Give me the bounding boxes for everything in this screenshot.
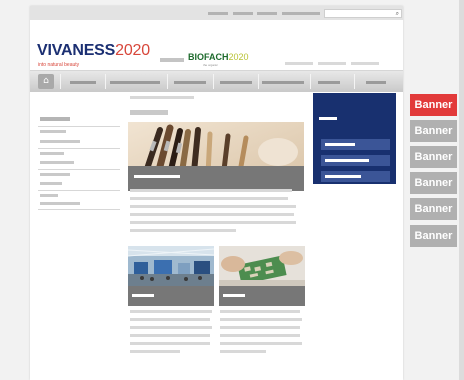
nav-item-4[interactable]	[220, 81, 252, 84]
text-line	[130, 189, 292, 192]
sidebar-divider	[38, 209, 120, 210]
banner-ad-5[interactable]: Banner	[410, 198, 457, 220]
logo-separator	[160, 58, 184, 62]
text-line	[130, 229, 236, 232]
banner-ad-6[interactable]: Banner	[410, 225, 457, 247]
nav-separator	[258, 74, 259, 89]
teaser-image-exhibition[interactable]	[128, 246, 214, 286]
home-icon[interactable]: ⌂	[38, 74, 54, 89]
header-placeholder-1	[285, 62, 313, 65]
text-line	[220, 318, 302, 321]
quick-link-button-3[interactable]	[321, 171, 390, 182]
text-line	[130, 326, 212, 329]
sidebar-link[interactable]	[40, 140, 80, 143]
teaser-caption-title	[132, 294, 154, 297]
text-line	[220, 350, 266, 353]
biofach-logo[interactable]: BIOFACH2020	[188, 52, 249, 62]
banner-ad-3[interactable]: Banner	[410, 146, 457, 168]
biofach-logo-name: BIOFACH	[188, 52, 229, 62]
text-line	[130, 350, 180, 353]
text-line	[130, 310, 212, 313]
sidebar-link[interactable]	[40, 130, 66, 133]
quick-link-label	[325, 159, 369, 162]
text-line	[130, 213, 294, 216]
sidebar-link[interactable]	[40, 161, 74, 164]
quick-link-label	[325, 143, 355, 146]
header-placeholder-2	[318, 62, 346, 65]
nav-separator	[105, 74, 106, 89]
banner-ad-1[interactable]: Banner	[410, 94, 457, 116]
window-edge	[459, 0, 464, 380]
text-line	[130, 334, 210, 337]
teaser-caption-1[interactable]	[128, 286, 214, 306]
banner-ad-2[interactable]: Banner	[410, 120, 457, 142]
text-line	[220, 326, 300, 329]
sidebar-divider	[38, 126, 120, 127]
hands-with-board-image	[219, 246, 305, 286]
banner-ad-4[interactable]: Banner	[410, 172, 457, 194]
sidebar-divider	[38, 169, 120, 170]
sidebar-link[interactable]	[40, 202, 80, 205]
utility-link-4[interactable]	[282, 12, 320, 15]
text-line	[130, 318, 210, 321]
teaser-image-board[interactable]	[219, 246, 305, 286]
sidebar-divider	[38, 190, 120, 191]
main-navigation: ⌂	[30, 70, 403, 92]
webpage-mockup: ⌕ VIVANESS2020 into natural beauty BIOFA…	[30, 6, 403, 380]
nav-separator	[354, 74, 355, 89]
utility-link-1[interactable]	[208, 12, 228, 15]
article-heading	[130, 110, 168, 115]
nav-separator	[60, 74, 61, 89]
sidebar-link[interactable]	[40, 173, 70, 176]
nav-item-3[interactable]	[174, 81, 206, 84]
nav-separator	[310, 74, 311, 89]
text-line	[220, 342, 302, 345]
breadcrumb[interactable]	[130, 96, 194, 99]
nav-item-5[interactable]	[262, 81, 304, 84]
hero-caption-title	[134, 175, 180, 178]
quick-link-button-1[interactable]	[321, 139, 390, 150]
vivaness-logo-year: 2020	[115, 42, 150, 59]
sidebar-divider	[38, 148, 120, 149]
quick-links-box	[313, 93, 396, 184]
teaser-caption-title	[223, 294, 245, 297]
utility-link-3[interactable]	[257, 12, 277, 15]
sidebar-link[interactable]	[40, 182, 62, 185]
nav-separator	[167, 74, 168, 89]
text-line	[220, 334, 300, 337]
vivaness-tagline: into natural beauty	[38, 62, 80, 68]
nav-item-6[interactable]	[318, 81, 340, 84]
quick-links-title	[319, 117, 337, 120]
nav-item-7[interactable]	[366, 81, 386, 84]
vivaness-logo[interactable]: VIVANESS2020	[37, 42, 150, 60]
header-placeholder-3	[351, 62, 379, 65]
exhibition-hall-image	[128, 246, 214, 286]
teaser-caption-2[interactable]	[219, 286, 305, 306]
biofach-tagline: the organic	[203, 63, 218, 67]
biofach-logo-year: 2020	[228, 52, 249, 62]
quick-link-button-2[interactable]	[321, 155, 390, 166]
search-icon[interactable]: ⌕	[396, 10, 399, 17]
top-utility-bar: ⌕	[30, 6, 403, 20]
text-line	[130, 221, 296, 224]
text-line	[130, 205, 296, 208]
nav-separator	[213, 74, 214, 89]
sidebar-heading	[40, 117, 70, 121]
text-line	[220, 310, 300, 313]
text-line	[130, 197, 288, 200]
text-line	[130, 342, 210, 345]
nav-item-1[interactable]	[70, 81, 96, 84]
vivaness-logo-name: VIVANESS	[37, 42, 116, 59]
sidebar-link[interactable]	[40, 194, 58, 197]
sidebar-link[interactable]	[40, 152, 64, 155]
utility-link-2[interactable]	[233, 12, 253, 15]
nav-item-2[interactable]	[110, 81, 160, 84]
hero-caption[interactable]	[128, 166, 304, 191]
search-input[interactable]: ⌕	[324, 9, 402, 18]
quick-link-label	[325, 175, 361, 178]
